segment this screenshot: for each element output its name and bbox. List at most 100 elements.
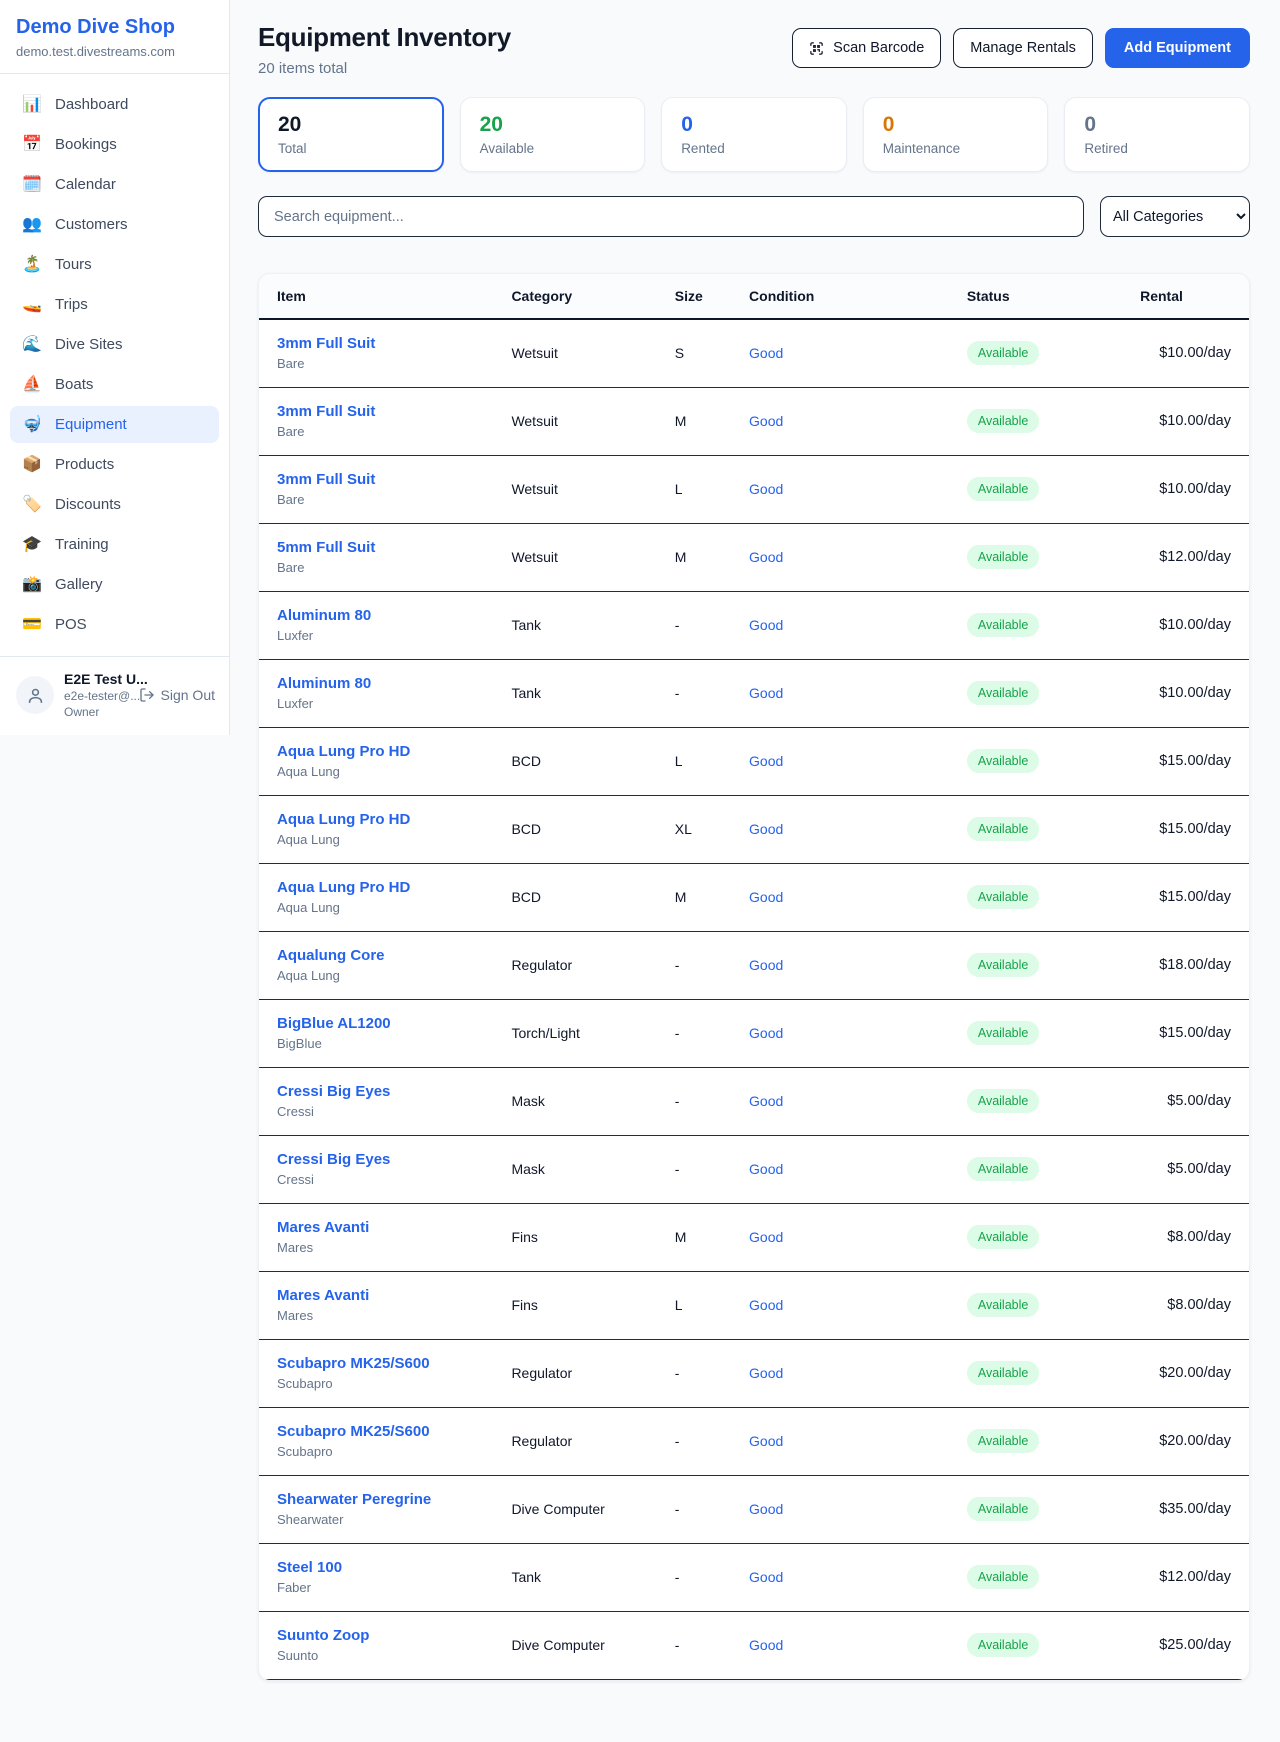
- sidebar-item-customers[interactable]: 👥 Customers: [10, 206, 219, 243]
- stat-card-total[interactable]: 20 Total: [258, 97, 444, 172]
- sidebar-item-calendar[interactable]: 🗓️ Calendar: [10, 166, 219, 203]
- item-name-link[interactable]: Shearwater Peregrine: [277, 1491, 511, 1508]
- item-category: BCD: [511, 727, 674, 795]
- user-icon: [26, 686, 45, 705]
- condition-link[interactable]: Good: [749, 1297, 783, 1313]
- item-category: Regulator: [511, 1339, 674, 1407]
- sidebar-item-products[interactable]: 📦 Products: [10, 446, 219, 483]
- sidebar-item-equipment[interactable]: 🤿 Equipment: [10, 406, 219, 443]
- table-row: Suunto Zoop Suunto Dive Computer - Good …: [259, 1611, 1249, 1679]
- item-size: -: [675, 1135, 749, 1203]
- stat-card-retired[interactable]: 0 Retired: [1064, 97, 1250, 172]
- condition-link[interactable]: Good: [749, 1569, 783, 1585]
- item-size: -: [675, 1407, 749, 1475]
- column-header-status: Status: [967, 274, 1140, 319]
- item-name-link[interactable]: BigBlue AL1200: [277, 1015, 511, 1032]
- item-name-link[interactable]: Aqua Lung Pro HD: [277, 811, 511, 828]
- item-name-link[interactable]: 5mm Full Suit: [277, 539, 511, 556]
- item-name-link[interactable]: Mares Avanti: [277, 1219, 511, 1236]
- item-name-link[interactable]: Aluminum 80: [277, 607, 511, 624]
- item-name-link[interactable]: Mares Avanti: [277, 1287, 511, 1304]
- condition-link[interactable]: Good: [749, 481, 783, 497]
- rental-rate: $25.00/day: [1140, 1611, 1249, 1679]
- scan-barcode-button[interactable]: Scan Barcode: [792, 28, 941, 68]
- status-badge: Available: [967, 1157, 1040, 1181]
- page-title: Equipment Inventory: [258, 22, 511, 53]
- rental-rate: $35.00/day: [1140, 1475, 1249, 1543]
- rental-rate: $12.00/day: [1140, 1543, 1249, 1611]
- table-row: Aqualung Core Aqua Lung Regulator - Good…: [259, 931, 1249, 999]
- item-category: Dive Computer: [511, 1611, 674, 1679]
- sidebar-item-trips[interactable]: 🚤 Trips: [10, 286, 219, 323]
- condition-link[interactable]: Good: [749, 1093, 783, 1109]
- condition-link[interactable]: Good: [749, 1365, 783, 1381]
- sidebar-item-discounts[interactable]: 🏷️ Discounts: [10, 486, 219, 523]
- manage-rentals-button[interactable]: Manage Rentals: [953, 28, 1093, 68]
- item-brand: Scubapro: [277, 1444, 511, 1459]
- table-row: BigBlue AL1200 BigBlue Torch/Light - Goo…: [259, 999, 1249, 1067]
- condition-link[interactable]: Good: [749, 821, 783, 837]
- sidebar-item-tours[interactable]: 🏝️ Tours: [10, 246, 219, 283]
- condition-link[interactable]: Good: [749, 617, 783, 633]
- item-name-link[interactable]: Suunto Zoop: [277, 1627, 511, 1644]
- sidebar-item-boats[interactable]: ⛵ Boats: [10, 366, 219, 403]
- condition-link[interactable]: Good: [749, 345, 783, 361]
- condition-link[interactable]: Good: [749, 1637, 783, 1653]
- condition-link[interactable]: Good: [749, 413, 783, 429]
- item-name-link[interactable]: Aqua Lung Pro HD: [277, 743, 511, 760]
- item-brand: Aqua Lung: [277, 968, 511, 983]
- add-equipment-button[interactable]: Add Equipment: [1105, 28, 1250, 68]
- item-size: L: [675, 455, 749, 523]
- barcode-scan-icon: [809, 41, 824, 56]
- item-name-link[interactable]: Aqua Lung Pro HD: [277, 879, 511, 896]
- sidebar-item-dive-sites[interactable]: 🌊 Dive Sites: [10, 326, 219, 363]
- condition-link[interactable]: Good: [749, 685, 783, 701]
- status-badge: Available: [967, 681, 1040, 705]
- item-name-link[interactable]: Cressi Big Eyes: [277, 1151, 511, 1168]
- condition-link[interactable]: Good: [749, 1501, 783, 1517]
- stat-card-available[interactable]: 20 Available: [460, 97, 646, 172]
- brand-domain: demo.test.divestreams.com: [16, 44, 213, 59]
- user-section: E2E Test U... e2e-tester@... Owner Sign …: [0, 656, 229, 735]
- item-category: Fins: [511, 1203, 674, 1271]
- item-name-link[interactable]: 3mm Full Suit: [277, 471, 511, 488]
- item-name-link[interactable]: Cressi Big Eyes: [277, 1083, 511, 1100]
- item-size: S: [675, 319, 749, 387]
- condition-link[interactable]: Good: [749, 753, 783, 769]
- table-body: 3mm Full Suit Bare Wetsuit S Good Availa…: [259, 319, 1249, 1679]
- trips-icon: 🚤: [22, 297, 42, 313]
- item-name-link[interactable]: Aqualung Core: [277, 947, 511, 964]
- condition-link[interactable]: Good: [749, 1433, 783, 1449]
- sidebar-item-dashboard[interactable]: 📊 Dashboard: [10, 86, 219, 123]
- sidebar-item-bookings[interactable]: 📅 Bookings: [10, 126, 219, 163]
- item-name-link[interactable]: Aluminum 80: [277, 675, 511, 692]
- user-info: E2E Test U... e2e-tester@... Owner: [64, 671, 129, 719]
- item-size: -: [675, 591, 749, 659]
- rental-rate: $10.00/day: [1140, 591, 1249, 659]
- item-brand: Shearwater: [277, 1512, 511, 1527]
- table-row: Cressi Big Eyes Cressi Mask - Good Avail…: [259, 1135, 1249, 1203]
- sign-out-button[interactable]: Sign Out: [139, 687, 215, 703]
- item-name-link[interactable]: 3mm Full Suit: [277, 335, 511, 352]
- condition-link[interactable]: Good: [749, 1229, 783, 1245]
- sidebar-item-gallery[interactable]: 📸 Gallery: [10, 566, 219, 603]
- user-role: Owner: [64, 705, 129, 719]
- stat-card-maintenance[interactable]: 0 Maintenance: [863, 97, 1049, 172]
- item-category: Regulator: [511, 931, 674, 999]
- condition-link[interactable]: Good: [749, 1161, 783, 1177]
- search-input[interactable]: [258, 196, 1084, 237]
- sidebar-item-pos[interactable]: 💳 POS: [10, 606, 219, 643]
- stat-card-rented[interactable]: 0 Rented: [661, 97, 847, 172]
- category-select[interactable]: All Categories: [1100, 196, 1250, 237]
- item-size: L: [675, 727, 749, 795]
- condition-link[interactable]: Good: [749, 1025, 783, 1041]
- condition-link[interactable]: Good: [749, 549, 783, 565]
- item-name-link[interactable]: Scubapro MK25/S600: [277, 1355, 511, 1372]
- bookings-icon: 📅: [22, 137, 42, 153]
- sidebar-item-training[interactable]: 🎓 Training: [10, 526, 219, 563]
- item-name-link[interactable]: Steel 100: [277, 1559, 511, 1576]
- item-name-link[interactable]: 3mm Full Suit: [277, 403, 511, 420]
- condition-link[interactable]: Good: [749, 889, 783, 905]
- condition-link[interactable]: Good: [749, 957, 783, 973]
- item-name-link[interactable]: Scubapro MK25/S600: [277, 1423, 511, 1440]
